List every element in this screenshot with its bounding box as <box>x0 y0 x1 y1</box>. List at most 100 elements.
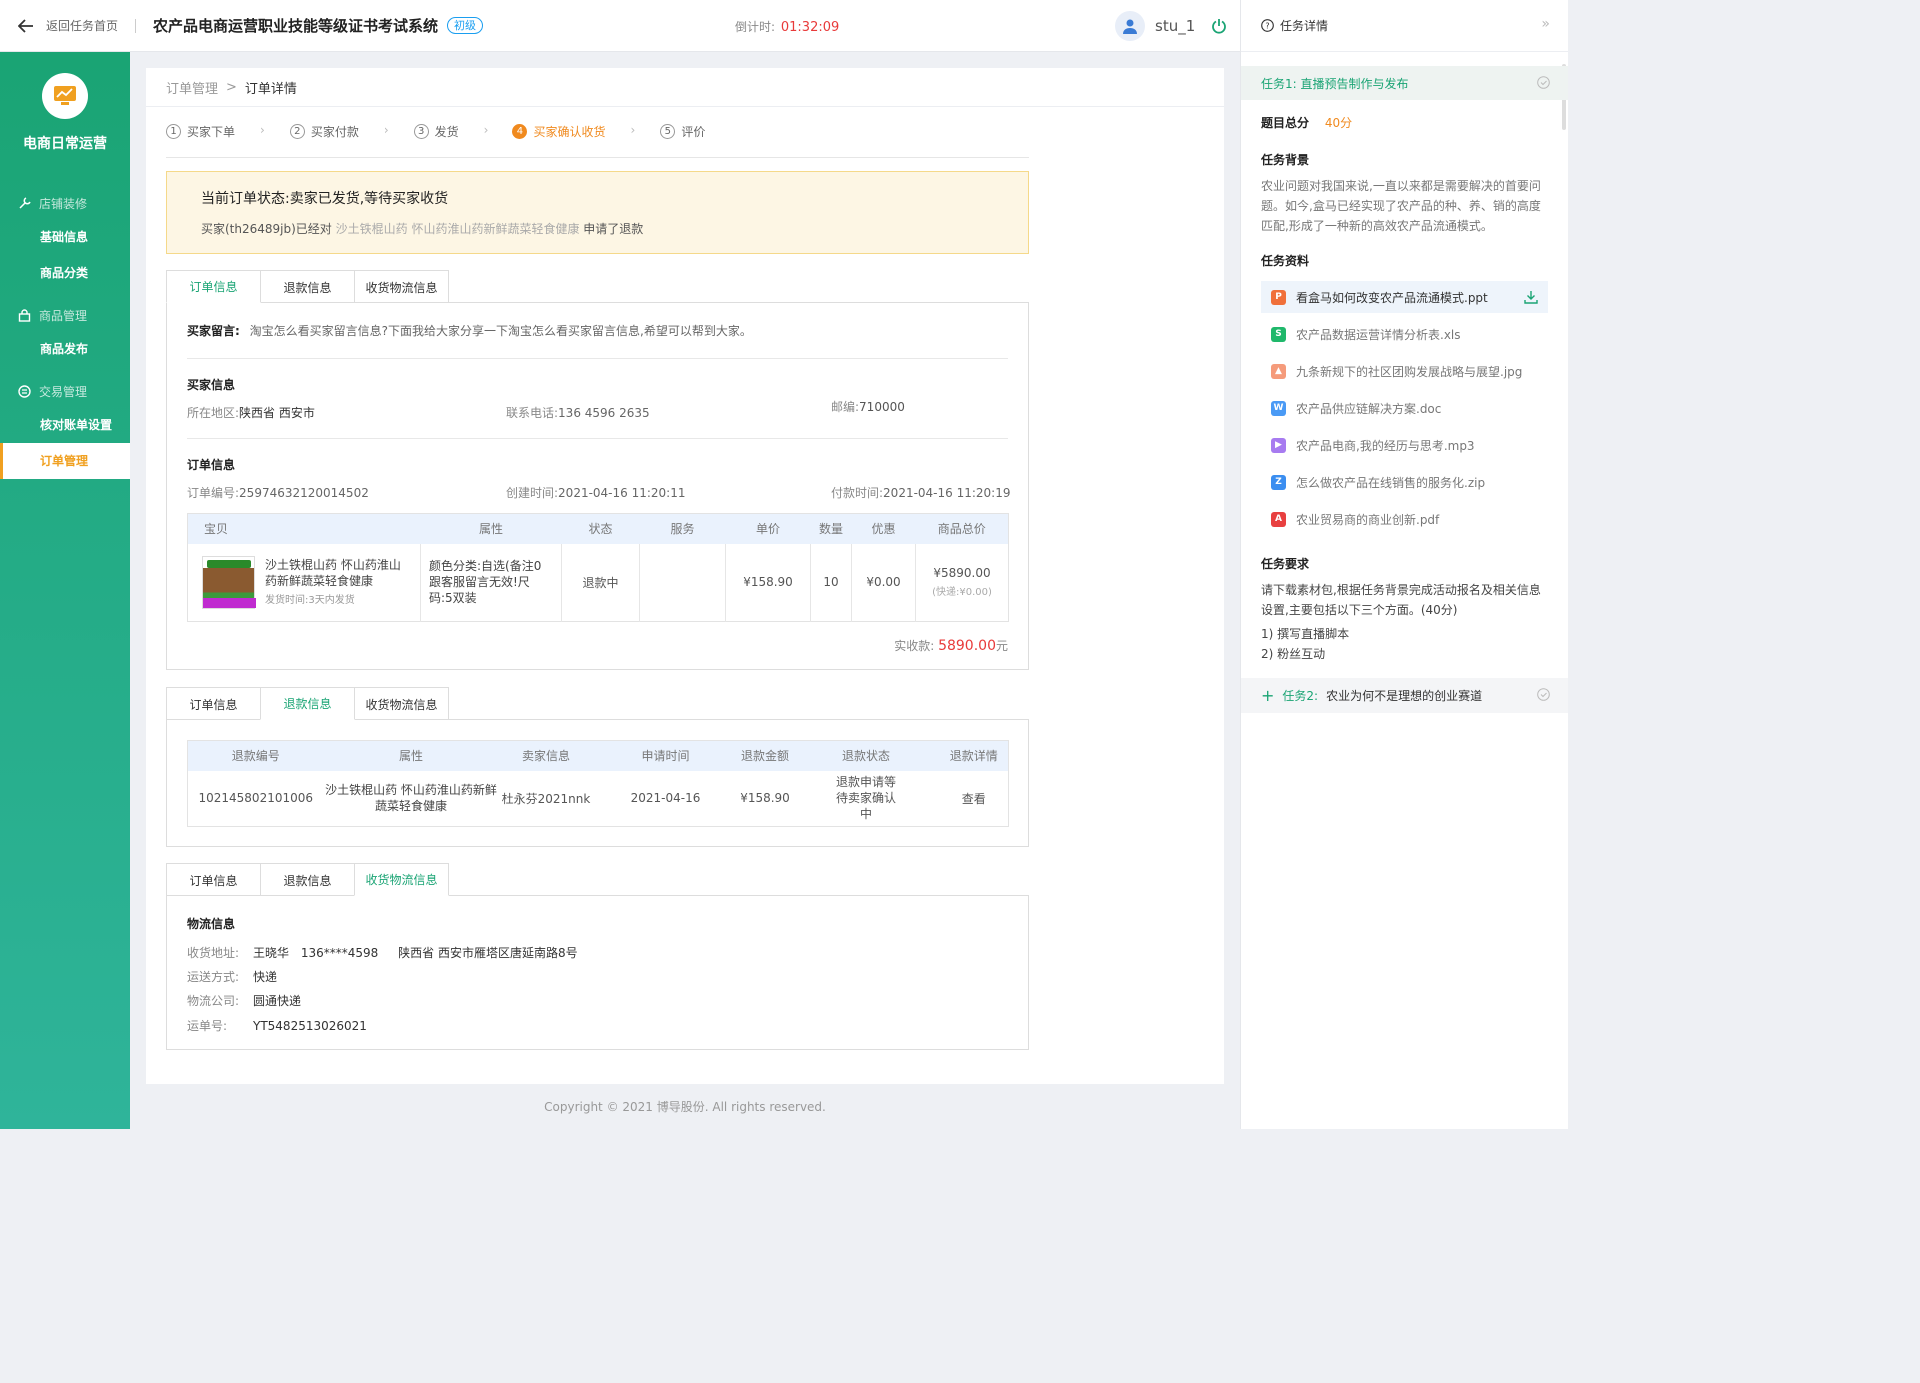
task-2-header[interactable]: + 任务2: 农业为何不是理想的创业赛道 <box>1241 678 1568 713</box>
level-badge: 初级 <box>447 17 484 34</box>
breadcrumb: 订单管理 > 订单详情 <box>146 68 1224 107</box>
item-price: ¥158.90 <box>725 543 811 622</box>
product-thumbnail[interactable] <box>202 555 256 609</box>
item-total: ¥5890.00 <box>933 566 991 581</box>
requirements-title: 任务要求 <box>1261 557 1310 571</box>
refund-date: 2021-04-16 <box>630 791 701 806</box>
task-detail-header: ? 任务详情 » <box>1241 0 1568 52</box>
buyer-info-title: 买家信息 <box>187 378 236 392</box>
tab-order-info[interactable]: 订单信息 <box>166 863 261 896</box>
received-label: 实收款: <box>894 639 935 653</box>
doc-file-icon: W <box>1271 400 1286 416</box>
back-to-home-button[interactable]: 返回任务首页 <box>0 17 118 34</box>
nav-item-order-management[interactable]: 订单管理 <box>0 443 130 479</box>
item-cell: 沙土铁棍山药 怀山药淮山药新鲜蔬菜轻食健康 发货时间:3天内发货 <box>187 543 421 622</box>
file-item[interactable]: Z 怎么做农产品在线销售的服务化.zip <box>1261 466 1548 498</box>
background-text: 农业问题对我国来说,一直以来都是需要解决的首要问题。如今,盒马已经实现了农产品的… <box>1261 179 1541 233</box>
chevron-right-icon: › <box>483 123 489 137</box>
step-label: 发货 <box>434 125 459 139</box>
requirement-item: 2) 粉丝互动 <box>1261 647 1326 661</box>
resources-title: 任务资料 <box>1261 254 1310 268</box>
item-qty: 10 <box>810 543 852 622</box>
tab-refund-info[interactable]: 退款信息 <box>260 270 355 303</box>
task-1-header[interactable]: 任务1: 直播预告制作与发布 <box>1241 66 1568 100</box>
chevron-right-icon: › <box>260 123 265 137</box>
nav-item-category[interactable]: 商品分类 <box>0 255 130 291</box>
ship-company: 物流公司: 圆通快递 <box>187 992 301 1009</box>
tab-logistics-info[interactable]: 收货物流信息 <box>354 270 449 303</box>
status-title: 当前订单状态:卖家已发货,等待买家收货 <box>201 191 449 207</box>
order-number-value: 25974632120014502 <box>239 486 369 500</box>
nav-item-publish[interactable]: 商品发布 <box>0 331 130 367</box>
addr-detail: 陕西省 西安市雁塔区唐延南路8号 <box>398 946 578 960</box>
file-item[interactable]: ▶ 农产品电商,我的经历与思考.mp3 <box>1261 429 1548 461</box>
item-name[interactable]: 沙土铁棍山药 怀山药淮山药新鲜蔬菜轻食健康 <box>265 557 411 589</box>
power-icon[interactable] <box>1211 18 1227 34</box>
col-header: 退款编号 <box>187 740 324 771</box>
divider <box>135 18 137 33</box>
step-2: 2 买家付款 <box>289 123 359 140</box>
countdown: 倒计时: 01:32:09 <box>735 18 839 35</box>
tab-refund-info[interactable]: 退款信息 <box>260 863 355 896</box>
nav-item-basic-info[interactable]: 基础信息 <box>0 219 130 255</box>
col-header: 申请时间 <box>593 740 738 771</box>
file-item[interactable]: ▲ 九条新规下的社区团购发展战略与展望.jpg <box>1261 355 1548 387</box>
countdown-value: 01:32:09 <box>780 20 840 35</box>
requirement-item: 1) 撰写直播脚本 <box>1261 627 1350 641</box>
zip-file-icon: Z <box>1271 474 1286 490</box>
method-label: 运送方式: <box>187 970 240 984</box>
task-detail-title: 任务详情 <box>1280 19 1329 33</box>
order-info-panel: 买家留言: 淘宝怎么看买家留言信息?下面我给大家分享一下淘宝怎么看买家留言信息,… <box>166 302 1029 670</box>
step-label: 评价 <box>681 125 706 139</box>
refund-seller: 杜永芬2021nnk <box>501 791 591 806</box>
col-header: 退款状态 <box>792 740 940 771</box>
file-item[interactable]: S 农产品数据运营详情分析表.xls <box>1261 318 1548 350</box>
file-item[interactable]: A 农业贸易商的商业创新.pdf <box>1261 503 1548 535</box>
file-name: 怎么做农产品在线销售的服务化.zip <box>1296 475 1486 490</box>
download-icon[interactable] <box>1524 290 1538 304</box>
score-section: 题目总分 40分 <box>1241 114 1568 131</box>
tab-order-info[interactable]: 订单信息 <box>166 270 261 303</box>
file-item[interactable]: P 看盒马如何改变农产品流通模式.ppt <box>1261 281 1548 313</box>
collapse-icon[interactable]: » <box>1541 16 1550 32</box>
task-2-prefix: 任务2: <box>1282 689 1319 703</box>
wrench-icon <box>19 196 31 209</box>
file-item[interactable]: W 农产品供应链解决方案.doc <box>1261 392 1548 424</box>
divider <box>187 438 1008 439</box>
username: stu_1 <box>1155 17 1196 35</box>
avatar[interactable] <box>1115 11 1145 41</box>
file-name: 农产品供应链解决方案.doc <box>1296 401 1442 416</box>
tabs-refund: 订单信息 退款信息 收货物流信息 <box>166 687 449 720</box>
table-header-row: 退款编号 属性 卖家信息 申请时间 退款金额 退款状态 退款详情 <box>187 740 1009 771</box>
tab-refund-info[interactable]: 退款信息 <box>260 687 355 720</box>
nav-item-bill-settings[interactable]: 核对账单设置 <box>0 407 130 443</box>
col-header: 优惠 <box>851 513 916 544</box>
created-label: 创建时间: <box>506 486 559 500</box>
refund-info-panel: 退款编号 属性 卖家信息 申请时间 退款金额 退款状态 退款详情 1021458… <box>166 719 1029 847</box>
step-number: 2 <box>289 124 305 139</box>
breadcrumb-parent[interactable]: 订单管理 <box>166 78 218 97</box>
chevron-right-icon: › <box>383 123 389 137</box>
logo <box>42 73 88 119</box>
tab-logistics-info[interactable]: 收货物流信息 <box>354 863 449 896</box>
nav-group-label: 交易管理 <box>39 384 88 399</box>
tabs-order: 订单信息 退款信息 收货物流信息 <box>166 270 449 303</box>
region-label: 所在地区: <box>187 406 240 420</box>
col-header: 单价 <box>725 513 811 544</box>
paid-value: 2021-04-16 11:20:19 <box>883 486 1011 500</box>
file-name: 农产品数据运营详情分析表.xls <box>1296 327 1461 342</box>
addr-name: 王晓华 <box>253 946 290 960</box>
nav-group-trade: 交易管理 <box>0 381 130 401</box>
view-refund-link[interactable]: 查看 <box>940 771 1009 827</box>
table-header-row: 宝贝 属性 状态 服务 单价 数量 优惠 商品总价 <box>187 513 1009 544</box>
col-header: 数量 <box>810 513 852 544</box>
thumbnail-strip <box>203 597 256 608</box>
phone-label: 联系电话: <box>506 406 559 420</box>
order-steps: 1 买家下单 › 2 买家付款 › 3 发货 › 4 买家确认收货 › 5 评价 <box>166 123 1029 158</box>
refund-notice-line: 买家(th26489jb)已经对 沙土铁棍山药 怀山药淮山药新鲜蔬菜轻食健康 申… <box>201 220 994 237</box>
tab-logistics-info[interactable]: 收货物流信息 <box>354 687 449 720</box>
item-shipping: (快递:¥0.00) <box>932 587 992 599</box>
tracking-number: 运单号: YT5482513026021 <box>187 1017 367 1034</box>
chart-logo-icon <box>54 86 76 105</box>
tab-order-info[interactable]: 订单信息 <box>166 687 261 720</box>
